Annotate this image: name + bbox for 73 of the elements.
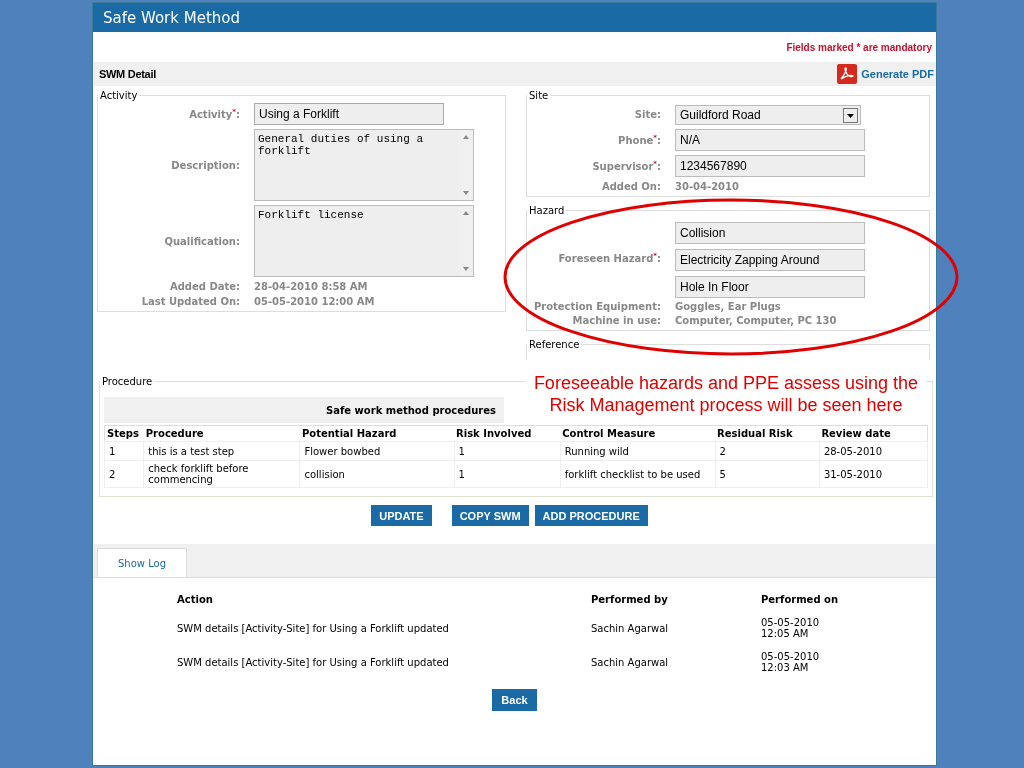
section-title: SWM Detail	[99, 68, 156, 80]
back-button[interactable]: Back	[492, 689, 537, 711]
show-log-tab[interactable]: Show Log	[97, 548, 188, 577]
action-button[interactable]: COPY SWM	[451, 505, 529, 526]
table-cell: collision	[299, 460, 454, 488]
field-label: Added On:	[600, 181, 661, 192]
fieldset-legend: Procedure	[100, 376, 155, 387]
window-title: Safe Work Method	[103, 8, 240, 27]
table-cell: 1	[454, 441, 561, 461]
column-header: Control Measure	[560, 425, 716, 442]
site-dropdown[interactable]: Guildford Road	[675, 105, 861, 125]
column-header: Residual Risk	[715, 425, 820, 442]
field-label: Last Updated On:	[140, 296, 240, 307]
field-label: Activity$^{*}$:	[188, 107, 240, 121]
field-value: Computer, Computer, PC 130	[675, 315, 838, 326]
column-header: Performed by	[590, 593, 669, 607]
column-header: Potential Hazard	[299, 425, 454, 442]
fieldset-legend: Reference	[527, 339, 582, 350]
table-cell: Flower bowbed	[299, 441, 454, 461]
field-label: Qualification:	[163, 235, 240, 247]
text-field[interactable]: N/A	[675, 129, 865, 151]
fieldset-legend: Activity	[98, 90, 140, 101]
field-value: 30-04-2010	[675, 181, 740, 192]
table-cell: 1	[454, 460, 561, 488]
table-cell: 5	[715, 460, 820, 488]
column-header: Risk Involved	[454, 425, 561, 442]
text-field[interactable]: Electricity Zapping Around	[675, 249, 865, 271]
table-title: Safe work method procedures	[326, 404, 496, 416]
pdf-icon	[837, 64, 858, 84]
table-cell-text: 05-05-2010 12:05 AM	[760, 616, 821, 641]
text-area[interactable]: Forklift license	[254, 205, 474, 277]
table-cell: 31-05-2010	[819, 460, 928, 488]
text-field[interactable]: 1234567890	[675, 155, 865, 177]
mandatory-note: Fields marked * are mandatory	[786, 41, 932, 53]
column-header: Review date	[819, 425, 928, 442]
field-value: Goggles, Ear Plugs	[675, 301, 782, 312]
text-field[interactable]: Collision	[675, 222, 865, 244]
table-cell: 1	[104, 441, 144, 461]
field-label: Supervisor$^{*}$:	[591, 159, 661, 173]
fieldset-legend: Hazard	[527, 205, 567, 216]
field-label: Machine in use:	[571, 315, 661, 326]
table-cell-text: Sachin Agarwal	[590, 621, 670, 636]
field-label: Phone$^{*}$:	[617, 133, 661, 147]
column-header: Action	[176, 593, 214, 607]
fieldset-legend: Site	[527, 90, 551, 101]
table-cell-text: 05-05-2010 12:03 AM	[760, 650, 821, 675]
text-field[interactable]: Using a Forklift	[254, 103, 444, 125]
caret-icon[interactable]	[843, 107, 858, 123]
table-cell: this is a test step	[143, 441, 300, 461]
table-cell-text: SWM details [Activity-Site] for Using a Forklift updated	[176, 655, 450, 670]
field-label: Site:	[633, 108, 661, 120]
table-cell: 28-05-2010	[819, 441, 928, 461]
table-cell: check forklift before commencing	[143, 460, 300, 488]
field-value: 28-04-2010 8:58 AM	[254, 281, 369, 292]
text-field[interactable]: Hole In Floor	[675, 276, 865, 298]
action-button[interactable]: UPDATE	[371, 505, 432, 526]
field-label: Protection Equipment:	[532, 301, 661, 312]
action-button[interactable]: ADD PROCEDURE	[534, 505, 648, 526]
column-header: Procedure	[143, 425, 300, 442]
field-value: 05-05-2010 12:00 AM	[254, 296, 376, 307]
table-cell: 2	[104, 460, 144, 488]
text-area[interactable]: General duties of using a forklift	[254, 129, 474, 201]
field-label: Added Date:	[168, 281, 240, 292]
field-label: Description:	[170, 159, 240, 171]
table-cell: forklift checklist to be used	[560, 460, 716, 488]
table-cell: 2	[715, 441, 820, 461]
field-label: Foreseen Hazard$^{*}$:	[557, 251, 661, 265]
table-cell-text: Sachin Agarwal	[590, 655, 670, 670]
generate-pdf-link[interactable]: Generate PDF	[837, 64, 934, 84]
table-cell: Running wild	[560, 441, 716, 461]
column-header: Steps	[104, 425, 144, 442]
table-cell-text: SWM details [Activity-Site] for Using a Forklift updated	[176, 621, 450, 636]
column-header: Performed on	[760, 593, 840, 607]
